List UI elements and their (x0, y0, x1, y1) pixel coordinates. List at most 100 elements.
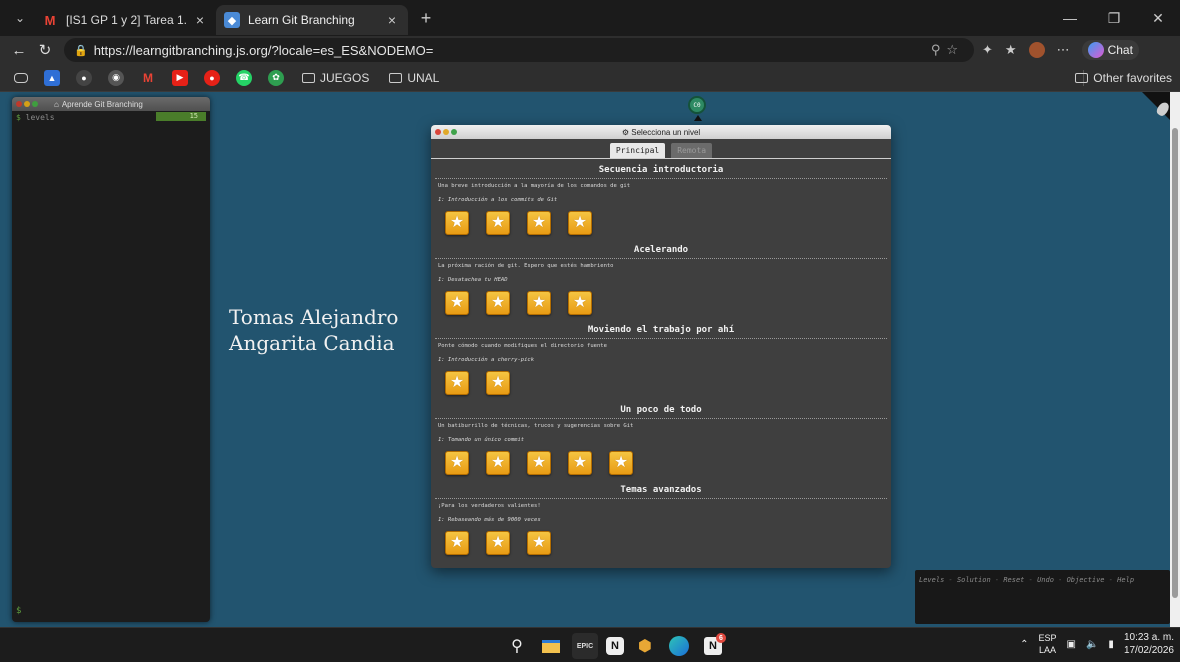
close-dot[interactable] (16, 101, 22, 107)
star-icon: ★ (490, 294, 506, 311)
star-icon: ★ (572, 214, 588, 231)
epic-games-icon[interactable]: EPIC (572, 633, 598, 659)
tab-title: [IS1 GP 1 y 2] Tarea 1. 2 y 3 - tanga (66, 13, 188, 27)
minimize-icon[interactable]: — (1048, 10, 1092, 26)
level-star-button[interactable]: ★ (445, 371, 469, 395)
terminal-input-prompt[interactable]: $ (16, 606, 21, 616)
bookmark-folder-unal[interactable]: UNAL (389, 71, 439, 85)
bookmark-app-icon-1[interactable]: ▲ (44, 69, 60, 86)
level-star-button[interactable]: ★ (568, 291, 592, 315)
level-star-button[interactable]: ★ (445, 291, 469, 315)
bookmark-gmail-icon[interactable]: M (140, 70, 156, 86)
level-star-button[interactable]: ★ (486, 371, 510, 395)
sequence-title: Temas avanzados (620, 485, 702, 495)
copilot-chat-button[interactable]: Chat (1081, 40, 1139, 60)
tab-principal[interactable]: Principal (609, 143, 666, 158)
bookmark-youtube-icon[interactable]: ▶ (172, 69, 188, 86)
bookmark-collections-icon[interactable] (14, 72, 28, 83)
favorites-icon[interactable]: ★ (1005, 42, 1017, 58)
back-arrow-icon[interactable]: ← (6, 42, 32, 59)
sequence-level-name: 1: Rebaseando más de 9000 veces (438, 517, 541, 523)
extensions-icon[interactable]: ✦ (982, 42, 993, 58)
taskbar-apps: ⚲ EPIC N ⬢ N 6 (470, 633, 726, 659)
command-link-levels[interactable]: Levels (919, 576, 944, 584)
url-input[interactable]: 🔒 https://learngitbranching.js.org/?loca… (64, 38, 974, 62)
browser-tab-bar: ⌄ M [IS1 GP 1 y 2] Tarea 1. 2 y 3 - tang… (0, 0, 1180, 36)
level-star-button[interactable]: ★ (527, 291, 551, 315)
close-tab-icon[interactable]: × (384, 12, 400, 28)
learngitbranching-icon: ◆ (224, 12, 240, 28)
windows-start-icon[interactable] (474, 637, 492, 655)
level-star-button[interactable]: ★ (486, 531, 510, 555)
refresh-icon[interactable]: ↻ (32, 41, 58, 59)
level-star-button[interactable]: ★ (486, 211, 510, 235)
bookmark-app-icon-2[interactable]: ◉ (108, 69, 124, 86)
bookmark-folder-juegos[interactable]: JUEGOS (302, 71, 369, 85)
level-stars: ★ ★ ★ (431, 531, 891, 555)
page-scrollbar[interactable] (1170, 92, 1180, 627)
sequence-advanced: Temas avanzados ¡Para los verdaderos val… (431, 485, 891, 555)
level-star-button[interactable]: ★ (568, 451, 592, 475)
level-star-button[interactable]: ★ (527, 211, 551, 235)
scrollbar-thumb[interactable] (1172, 128, 1178, 598)
folder-label: UNAL (407, 70, 440, 85)
maximize-dot[interactable] (32, 101, 38, 107)
network-icon[interactable]: ▣ (1067, 639, 1076, 650)
command-bar: Levels - Solution - Reset - Undo - Objec… (915, 570, 1170, 624)
command-link-undo[interactable]: Undo (1037, 576, 1054, 584)
search-icon[interactable]: ⚲ (504, 633, 530, 659)
edge-browser-icon[interactable] (666, 633, 692, 659)
level-star-button[interactable]: ★ (609, 451, 633, 475)
folder-label: JUEGOS (320, 70, 370, 85)
home-icon: ⌂ (54, 99, 59, 109)
tab-actions-chevron-icon[interactable]: ⌄ (6, 4, 34, 32)
tab-gmail[interactable]: M [IS1 GP 1 y 2] Tarea 1. 2 y 3 - tanga … (34, 5, 216, 35)
bookmark-music-icon[interactable]: ● (204, 69, 220, 86)
bookmark-whatsapp-icon[interactable]: ☎ (236, 69, 252, 86)
command-badge: 15 (156, 112, 206, 121)
tab-remota[interactable]: Remota (671, 143, 713, 158)
level-star-button[interactable]: ★ (445, 451, 469, 475)
battery-icon[interactable]: ▮ (1108, 639, 1114, 650)
other-favorites[interactable]: Other favorites (1075, 71, 1172, 85)
bookmark-github-icon[interactable]: ● (76, 69, 92, 86)
command-link-objective[interactable]: Objective (1067, 576, 1105, 584)
bookmark-app-icon-3[interactable]: ✿ (268, 69, 284, 86)
level-star-button[interactable]: ★ (527, 531, 551, 555)
level-star-button[interactable]: ★ (527, 451, 551, 475)
star-icon: ★ (449, 374, 465, 391)
new-tab-plus-icon[interactable]: + (412, 8, 440, 29)
show-hidden-icons-chevron-icon[interactable]: ⌃ (1020, 639, 1028, 650)
zoom-and-favorite-icons[interactable]: ⚲☆ (931, 42, 964, 58)
level-star-button[interactable]: ★ (486, 291, 510, 315)
input-language[interactable]: ESP LAA (1039, 632, 1057, 656)
windows-taskbar: ⚲ EPIC N ⬢ N 6 ⌃ ESP LAA ▣ 🔈 ▮ 10:23 a. … (0, 627, 1180, 662)
copilot-icon (1087, 42, 1104, 58)
terminal-panel[interactable]: ⌂ Aprende Git Branching $ levels 15 $ (12, 97, 210, 622)
tab-learn-git-branching[interactable]: ◆ Learn Git Branching × (216, 5, 408, 35)
command-link-solution[interactable]: Solution (957, 576, 991, 584)
level-star-button[interactable]: ★ (445, 211, 469, 235)
command-link-help[interactable]: Help (1117, 576, 1134, 584)
restore-icon[interactable]: ❐ (1092, 10, 1136, 27)
close-tab-icon[interactable]: × (192, 12, 208, 28)
level-star-button[interactable]: ★ (486, 451, 510, 475)
volume-icon[interactable]: 🔈 (1086, 639, 1098, 650)
commit-node[interactable]: C0 (688, 96, 706, 114)
more-options-icon[interactable]: ⋯ (1057, 42, 1070, 58)
link-separator: - (1053, 576, 1067, 584)
command-link-reset[interactable]: Reset (1003, 576, 1024, 584)
profile-avatar[interactable] (1028, 42, 1045, 58)
notion-icon[interactable]: N (606, 637, 624, 655)
gmail-icon: M (44, 12, 56, 28)
level-star-button[interactable]: ★ (568, 211, 592, 235)
close-window-icon[interactable]: ✕ (1136, 10, 1180, 27)
minimize-dot[interactable] (24, 101, 30, 107)
file-explorer-icon[interactable] (538, 633, 564, 659)
clock[interactable]: 10:23 a. m. 17/02/2026 (1124, 631, 1174, 657)
notion-notifications-icon[interactable]: N 6 (700, 633, 726, 659)
app-cube-icon[interactable]: ⬢ (632, 633, 658, 659)
level-star-button[interactable]: ★ (445, 531, 469, 555)
sequence-title: Moviendo el trabajo por ahí (587, 325, 735, 335)
star-icon: ★ (531, 214, 547, 231)
